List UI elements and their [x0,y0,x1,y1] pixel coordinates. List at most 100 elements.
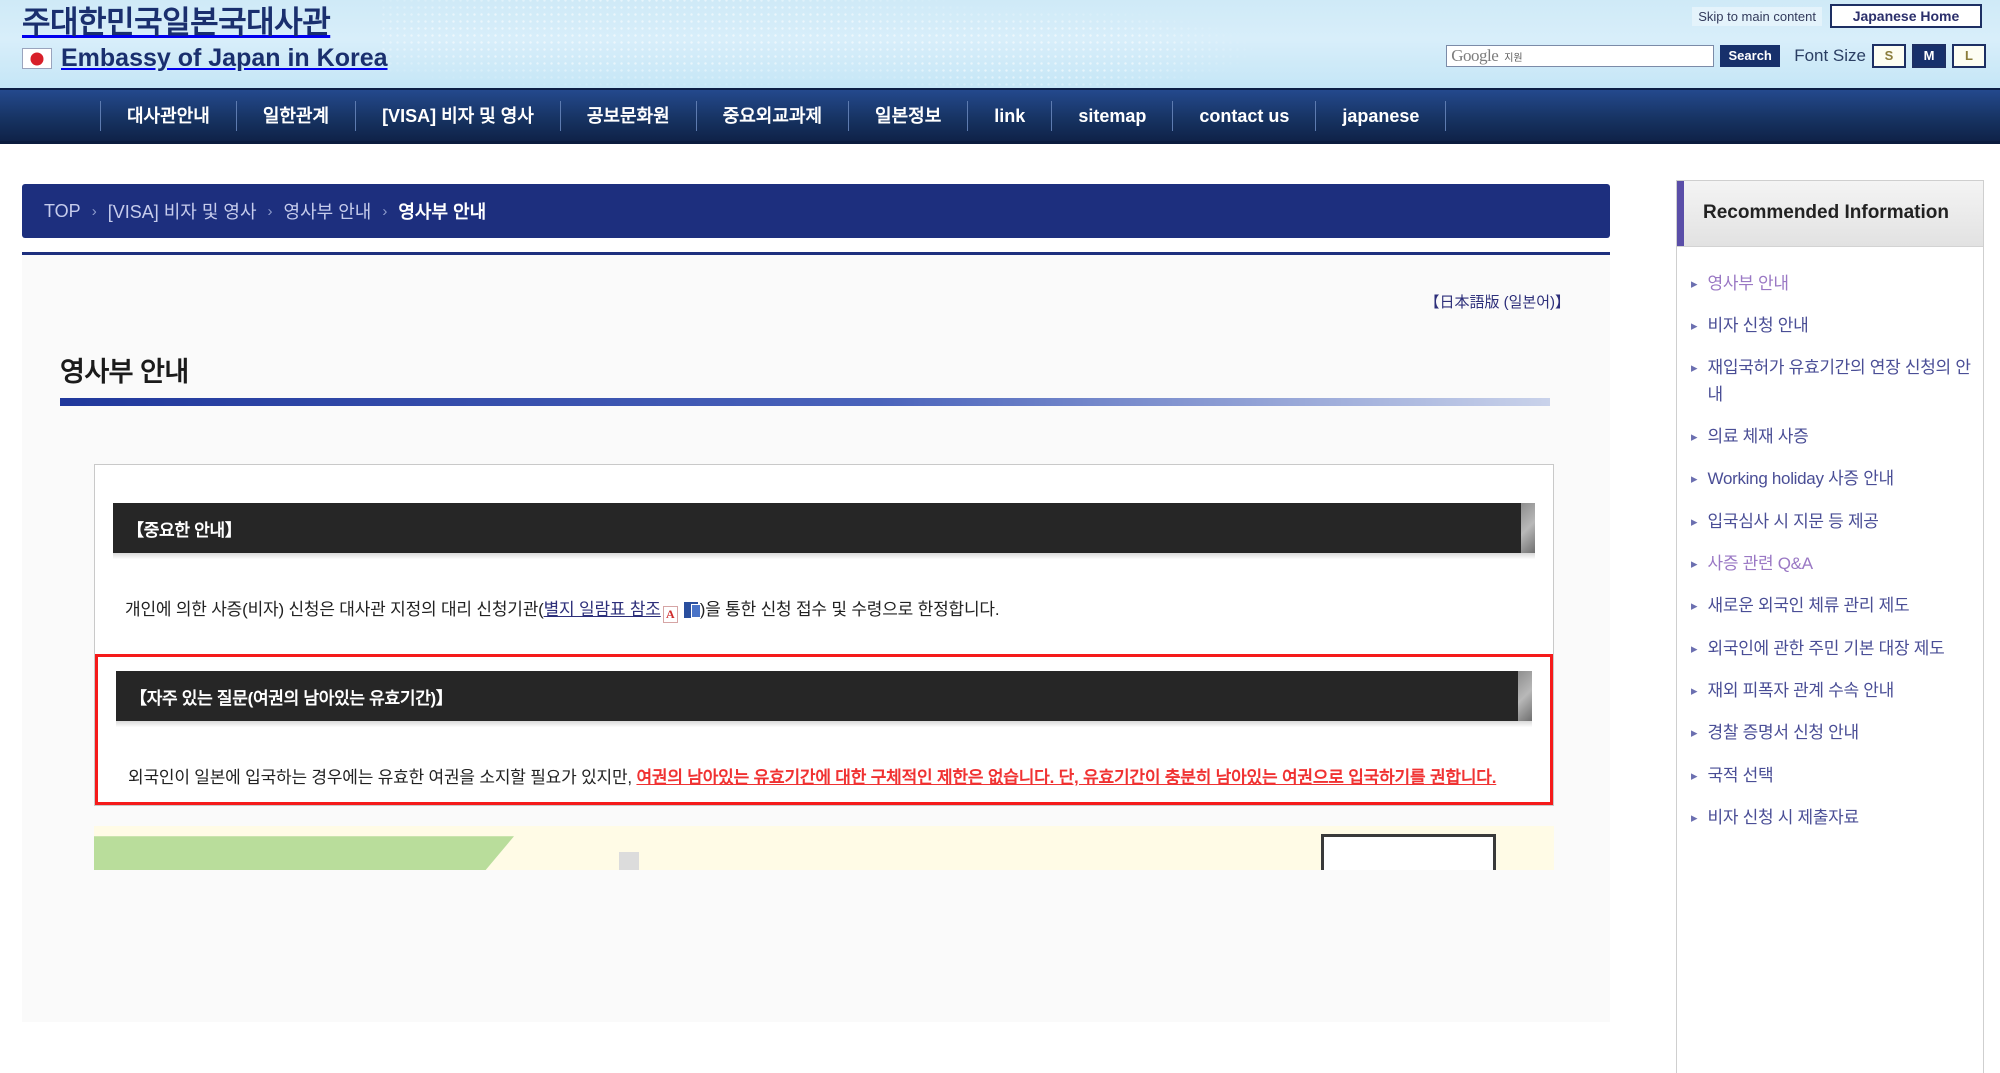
japanese-version-link[interactable]: 【日本語版 (일본어)】 [1424,294,1570,311]
breadcrumb-item-consular[interactable]: 영사부 안내 [284,198,372,224]
list-item[interactable]: ▸ 사증 관련 Q&A [1691,543,1973,585]
font-size-medium-button[interactable]: M [1912,44,1946,68]
bullet-arrow-icon: ▸ [1691,471,1698,487]
sidebar-item-medical-stay-visa[interactable]: 의료 체재 사증 [1708,424,1809,450]
sidebar-item-police-certificate[interactable]: 경찰 증명서 신청 안내 [1708,720,1860,746]
faq-highlight-section: 【자주 있는 질문(여권의 남아있는 유효기간)】 외국인이 일본에 입국하는 … [95,654,1553,806]
list-item[interactable]: ▸ 재입국허가 유효기간의 연장 신청의 안내 [1691,347,1973,416]
world-map-decoration [380,0,1280,88]
list-item[interactable]: ▸ 비자 신청 안내 [1691,305,1973,347]
sidebar-header: Recommended Information [1677,181,1983,247]
sidebar-item-nationality-selection[interactable]: 국적 선택 [1708,763,1774,789]
bullet-arrow-icon: ▸ [1691,640,1698,656]
sidebar-item-consular-guide[interactable]: 영사부 안내 [1708,271,1789,297]
band-shadow [116,721,1532,728]
list-item[interactable]: ▸ 재외 피폭자 관계 수속 안내 [1691,670,1973,712]
nav-divider [1445,100,1447,131]
google-sub-label: 지원 [1504,52,1523,64]
list-item[interactable]: ▸ 의료 체재 사증 [1691,416,1973,458]
faq-text-normal: 외국인이 일본에 입국하는 경우에는 유효한 여권을 소지할 필요가 있지만, [128,768,637,788]
font-size-small-button[interactable]: S [1872,44,1906,68]
sidebar-item-visa-application-guide[interactable]: 비자 신청 안내 [1708,313,1809,339]
notice-text-after: )을 통한 신청 접수 및 수령으로 한정합니다. [699,600,1000,619]
faq-band: 【자주 있는 질문(여권의 남아있는 유효기간)】 [116,671,1532,722]
green-tab-banner[interactable] [94,836,514,871]
main-content-panel: 【日本語版 (일본어)】 영사부 안내 【중요한 안내】 개인에 의한 사증(비… [22,252,1610,1022]
font-size-large-button[interactable]: L [1952,44,1986,68]
sidebar-item-visa-required-documents[interactable]: 비자 신청 시 제출자료 [1708,805,1860,831]
font-size-label: Font Size [1794,46,1866,65]
list-item[interactable]: ▸ 비자 신청 시 제출자료 [1691,797,1973,839]
site-header: 주대한민국일본국대사관 Embassy of Japan in Korea Sk… [0,0,2000,88]
bottom-banner-strip[interactable] [94,826,1554,871]
sidebar-item-new-residency-management[interactable]: 새로운 외국인 체류 관리 제도 [1708,593,1910,619]
breadcrumb-item-current: 영사부 안내 [398,202,487,222]
list-item[interactable]: ▸ 새로운 외국인 체류 관리 제도 [1691,585,1973,627]
breadcrumb-separator: › [267,202,273,220]
faq-paragraph: 외국인이 일본에 입국하는 경우에는 유효한 여권을 소지할 필요가 있지만, … [128,761,1520,794]
nav-item-embassy-info[interactable]: 대사관안내 [101,102,236,130]
bullet-arrow-icon: ▸ [1691,513,1698,529]
nav-item-diplomatic-issues[interactable]: 중요외교과제 [697,102,848,130]
sidebar-item-visa-qna[interactable]: 사증 관련 Q&A [1708,551,1814,577]
pdf-file-icon: A [662,606,678,623]
list-item[interactable]: ▸ 영사부 안내 [1691,263,1973,305]
page-title: 영사부 안내 [60,357,189,387]
nav-item-sitemap[interactable]: sitemap [1052,102,1172,130]
google-logo: Google [1451,46,1499,65]
bullet-arrow-icon: ▸ [1691,767,1698,783]
list-item[interactable]: ▸ 외국인에 관한 주민 기본 대장 제도 [1691,628,1973,670]
japanese-home-button[interactable]: Japanese Home [1830,4,1982,28]
japanese-version-area: 【日本語版 (일본어)】 [22,255,1610,312]
sidebar-link-list: ▸ 영사부 안내 ▸ 비자 신청 안내 ▸ 재입국허가 유효기간의 연장 신청의… [1677,247,1983,870]
sidebar-item-fingerprint-on-entry[interactable]: 입국심사 시 지문 등 제공 [1708,509,1879,535]
breadcrumb: TOP › [VISA] 비자 및 영사 › 영사부 안내 › 영사부 안내 [22,184,1610,238]
brand-title-korean: 주대한민국일본국대사관 [22,5,331,40]
gray-chip-icon [619,852,639,871]
recommended-information-sidebar: Recommended Information ▸ 영사부 안내 ▸ 비자 신청… [1676,180,1984,1073]
bullet-arrow-icon: ▸ [1691,682,1698,698]
sidebar-item-resident-registry-for-foreigners[interactable]: 외국인에 관한 주민 기본 대장 제도 [1708,636,1945,662]
breadcrumb-item-visa[interactable]: [VISA] 비자 및 영사 [108,198,257,224]
list-item[interactable]: ▸ 국적 선택 [1691,755,1973,797]
attachment-list-link[interactable]: 별지 일람표 참조 [544,600,661,619]
nav-item-japan-info[interactable]: 일본정보 [849,102,967,130]
bullet-arrow-icon: ▸ [1691,809,1698,825]
nav-item-visa-consular[interactable]: [VISA] 비자 및 영사 [356,102,560,130]
band-shadow [113,553,1535,559]
list-item[interactable]: ▸ Working holiday 사증 안내 [1691,458,1973,500]
nav-item-cultural-center[interactable]: 공보문화원 [561,102,696,130]
bullet-arrow-icon: ▸ [1691,360,1698,376]
nav-item-link[interactable]: link [968,102,1051,130]
page-title-block: 영사부 안내 [60,350,1550,406]
bullet-arrow-icon: ▸ [1691,428,1698,444]
sidebar-item-working-holiday-visa[interactable]: Working holiday 사증 안내 [1708,466,1895,492]
site-logo[interactable]: 주대한민국일본국대사관 Embassy of Japan in Korea [22,4,388,73]
search-input[interactable]: Google 지원 [1446,45,1715,67]
important-notice-title: 【중요한 안내】 [127,520,242,540]
search-area: Google 지원 Search Font Size S M L [1446,44,1986,68]
faq-title: 【자주 있는 질문(여권의 남아있는 유효기간)】 [130,688,453,708]
search-button[interactable]: Search [1720,45,1781,67]
important-notice-band: 【중요한 안내】 [113,503,1535,553]
breadcrumb-item-top[interactable]: TOP [44,201,81,222]
list-item[interactable]: ▸ 경찰 증명서 신청 안내 [1691,712,1973,754]
sidebar-item-reentry-permit-extension[interactable]: 재입국허가 유효기간의 연장 신청의 안내 [1708,355,1973,408]
brand-title-english: Embassy of Japan in Korea [61,44,388,72]
skip-to-main-content-link[interactable]: Skip to main content [1692,7,1822,26]
nav-item-contact-us[interactable]: contact us [1173,102,1315,130]
white-card-banner[interactable] [1321,834,1496,871]
nav-item-japan-korea-relations[interactable]: 일한관계 [237,102,355,130]
nav-item-japanese[interactable]: japanese [1316,102,1445,130]
bullet-arrow-icon: ▸ [1691,317,1698,333]
breadcrumb-separator: › [91,202,97,220]
bullet-arrow-icon: ▸ [1691,555,1698,571]
breadcrumb-separator: › [382,202,388,220]
bullet-arrow-icon: ▸ [1691,725,1698,741]
important-notice-paragraph: 개인에 의한 사증(비자) 신청은 대사관 지정의 대리 신청기관(별지 일람표… [125,593,1523,626]
japan-flag-icon [22,48,52,69]
content-column: TOP › [VISA] 비자 및 영사 › 영사부 안내 › 영사부 안내 【… [0,144,1640,1022]
sidebar-item-overseas-atomic-bomb-survivors[interactable]: 재외 피폭자 관계 수속 안내 [1708,678,1895,704]
title-underline [60,398,1550,406]
list-item[interactable]: ▸ 입국심사 시 지문 등 제공 [1691,501,1973,543]
